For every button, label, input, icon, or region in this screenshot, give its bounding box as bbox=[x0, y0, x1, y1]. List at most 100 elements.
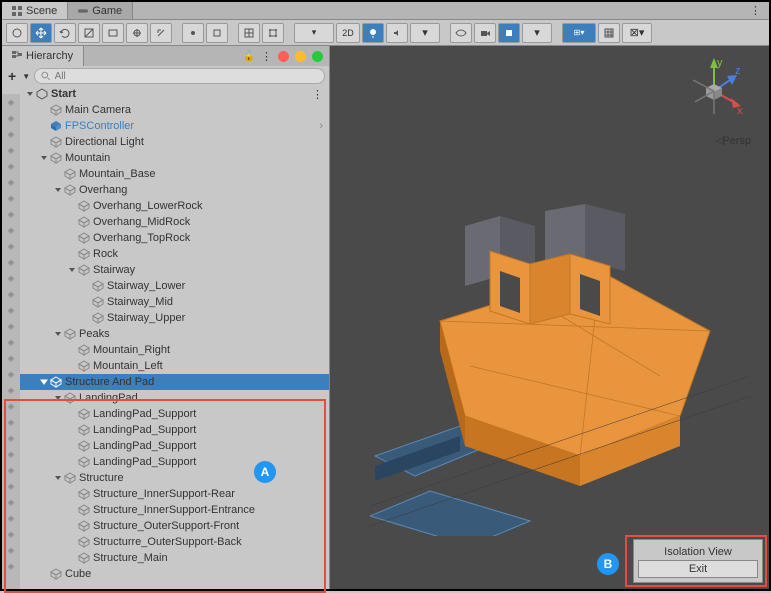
tree-row[interactable]: Structure bbox=[20, 470, 329, 486]
gameobject-icon bbox=[78, 504, 90, 516]
create-dropdown[interactable]: ▼ bbox=[22, 72, 30, 81]
tree-row[interactable]: Stairway_Lower bbox=[20, 278, 329, 294]
orientation-gizmo[interactable]: y x z bbox=[679, 56, 749, 126]
unity-icon bbox=[36, 88, 48, 100]
snap-grid[interactable] bbox=[598, 23, 620, 43]
tree-label: Mountain_Right bbox=[93, 344, 170, 356]
svg-text:z: z bbox=[735, 65, 741, 77]
tree-row[interactable]: Cube bbox=[20, 566, 329, 582]
audio-toggle[interactable] bbox=[386, 23, 408, 43]
exit-button[interactable]: Exit bbox=[638, 560, 758, 578]
tool-rect[interactable] bbox=[102, 23, 124, 43]
row-menu[interactable]: ⋮ bbox=[312, 88, 323, 101]
gameobject-icon bbox=[78, 360, 90, 372]
gameobject-icon bbox=[78, 424, 90, 436]
search-input[interactable] bbox=[55, 71, 318, 82]
tree-row[interactable]: LandingPad_Support bbox=[20, 406, 329, 422]
projection-label[interactable]: ◁Persp bbox=[716, 134, 751, 147]
gameobject-icon bbox=[78, 408, 90, 420]
tree-row[interactable]: Structure_InnerSupport-Rear bbox=[20, 486, 329, 502]
gameobject-icon bbox=[92, 280, 104, 292]
tab-scene[interactable]: Scene bbox=[2, 2, 68, 19]
tree-row[interactable]: Structure_Main bbox=[20, 550, 329, 566]
panel-controls: 🔓 ⋮ bbox=[237, 46, 329, 66]
tree-label: LandingPad_Support bbox=[93, 456, 196, 468]
editor-tabs: Scene Game ⋮ bbox=[2, 2, 769, 20]
draw-mode[interactable]: ▾ bbox=[294, 23, 334, 43]
gameobject-icon bbox=[64, 472, 76, 484]
tree-row[interactable]: Overhang_MidRock bbox=[20, 214, 329, 230]
gizmo-dropdown[interactable]: ▾ bbox=[522, 23, 552, 43]
tree-label: Structurre_OuterSupport-Back bbox=[93, 536, 242, 548]
close-dot[interactable] bbox=[278, 51, 289, 62]
gizmo-toggle[interactable] bbox=[498, 23, 520, 43]
tree-row[interactable]: Overhang_LowerRock bbox=[20, 198, 329, 214]
handle-toggle[interactable] bbox=[206, 23, 228, 43]
fx-toggle[interactable]: ▾ bbox=[410, 23, 440, 43]
tree-row[interactable]: FPSController› bbox=[20, 118, 329, 134]
tree-row[interactable]: LandingPad bbox=[20, 390, 329, 406]
expand-arrow-icon bbox=[54, 186, 62, 194]
hierarchy-tab[interactable]: Hierarchy bbox=[2, 46, 84, 66]
tool-rotate[interactable] bbox=[54, 23, 76, 43]
tree-row[interactable]: Peaks bbox=[20, 326, 329, 342]
tree-row[interactable]: Overhang_TopRock bbox=[20, 230, 329, 246]
gameobject-icon bbox=[64, 168, 76, 180]
snap-settings[interactable]: ⊠▾ bbox=[622, 23, 652, 43]
tree-row[interactable]: Structure_InnerSupport-Entrance bbox=[20, 502, 329, 518]
chevron-right-icon[interactable]: › bbox=[319, 120, 323, 132]
tree-row[interactable]: Structure And Pad bbox=[20, 374, 329, 390]
2d-toggle[interactable]: 2D bbox=[336, 23, 360, 43]
gameobject-icon bbox=[50, 136, 62, 148]
lock-icon[interactable]: 🔓 bbox=[243, 51, 255, 62]
scene-viewport[interactable]: y x z ◁Persp B Isolation View Exit bbox=[330, 46, 769, 589]
max-dot[interactable] bbox=[312, 51, 323, 62]
tree-row[interactable]: LandingPad_Support bbox=[20, 438, 329, 454]
gameobject-icon bbox=[64, 328, 76, 340]
tree-row[interactable]: Mountain_Right bbox=[20, 342, 329, 358]
scene-root[interactable]: Start ⋮ bbox=[20, 86, 329, 102]
tab-game[interactable]: Game bbox=[68, 2, 133, 19]
tree-row[interactable]: Mountain bbox=[20, 150, 329, 166]
grid-toggle[interactable] bbox=[238, 23, 260, 43]
snap-toggle[interactable] bbox=[262, 23, 284, 43]
lighting-toggle[interactable] bbox=[362, 23, 384, 43]
tool-scale[interactable] bbox=[78, 23, 100, 43]
gameobject-icon bbox=[50, 376, 62, 388]
tree-row[interactable]: Rock bbox=[20, 246, 329, 262]
tab-overflow-menu[interactable]: ⋮ bbox=[742, 2, 769, 19]
tree-row[interactable]: Mountain_Left bbox=[20, 358, 329, 374]
pivot-toggle[interactable] bbox=[182, 23, 204, 43]
hierarchy-tree[interactable]: Start ⋮ Main CameraFPSController›Directi… bbox=[2, 86, 329, 589]
tree-row[interactable]: Mountain_Base bbox=[20, 166, 329, 182]
scene-3d-content bbox=[370, 176, 750, 536]
snap-increment[interactable]: ⊞▾ bbox=[562, 23, 596, 43]
min-dot[interactable] bbox=[295, 51, 306, 62]
gameobject-icon bbox=[78, 200, 90, 212]
tree-row[interactable]: Stairway_Mid bbox=[20, 294, 329, 310]
gameobject-icon bbox=[64, 184, 76, 196]
tool-transform[interactable] bbox=[126, 23, 148, 43]
hidden-toggle[interactable] bbox=[450, 23, 472, 43]
tree-row[interactable]: Stairway_Upper bbox=[20, 310, 329, 326]
gamepad-icon bbox=[78, 6, 88, 16]
tree-row[interactable]: LandingPad_Support bbox=[20, 422, 329, 438]
panel-menu[interactable]: ⋮ bbox=[261, 50, 272, 63]
tree-label: LandingPad bbox=[79, 392, 138, 404]
tree-row[interactable]: LandingPad_Support bbox=[20, 454, 329, 470]
camera-toggle[interactable] bbox=[474, 23, 496, 43]
tree-row[interactable]: Overhang bbox=[20, 182, 329, 198]
tree-row[interactable]: Stairway bbox=[20, 262, 329, 278]
tree-row[interactable]: Structure_OuterSupport-Front bbox=[20, 518, 329, 534]
hierarchy-panel: Hierarchy 🔓 ⋮ + ▼ ◈ ◈◈◈◈◈◈◈◈◈◈◈◈◈◈◈◈◈◈◈◈… bbox=[2, 46, 330, 589]
search-field[interactable] bbox=[34, 68, 325, 84]
tool-view[interactable] bbox=[6, 23, 28, 43]
create-button[interactable]: + bbox=[6, 68, 18, 84]
tool-custom[interactable] bbox=[150, 23, 172, 43]
tool-move[interactable] bbox=[30, 23, 52, 43]
tree-label: Structure bbox=[79, 472, 124, 484]
gameobject-icon bbox=[78, 520, 90, 532]
tree-row[interactable]: Structurre_OuterSupport-Back bbox=[20, 534, 329, 550]
tree-row[interactable]: Directional Light bbox=[20, 134, 329, 150]
tree-row[interactable]: Main Camera bbox=[20, 102, 329, 118]
